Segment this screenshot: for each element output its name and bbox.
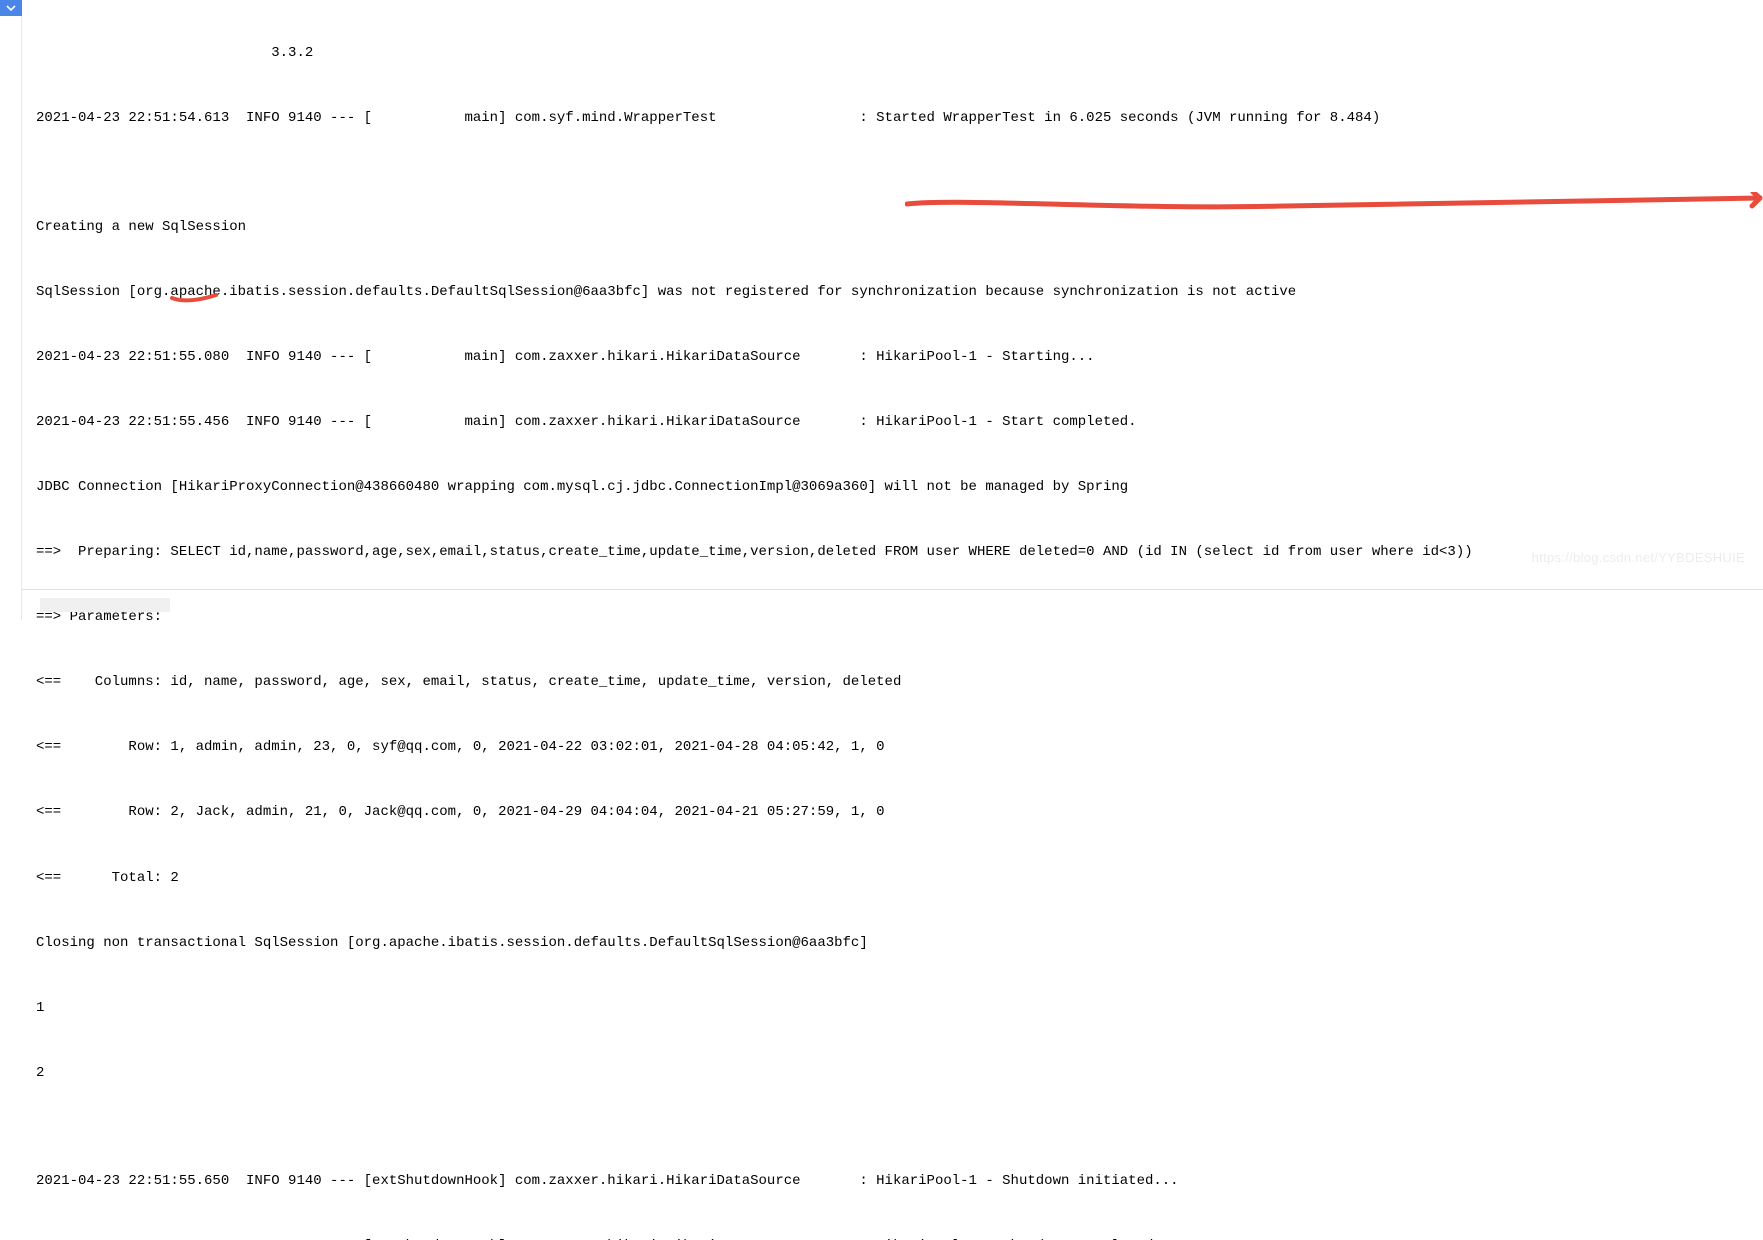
log-line: Creating a new SqlSession [36,217,1763,239]
log-line: 2021-04-23 22:51:55.080 INFO 9140 --- [ … [36,347,1763,369]
log-line: 2021-04-23 22:51:55.675 INFO 9140 --- [e… [36,1236,1763,1240]
log-line: 2 [36,1063,1763,1085]
collapse-toggle[interactable] [0,0,22,16]
log-line: SqlSession [org.apache.ibatis.session.de… [36,282,1763,304]
log-line: 3.3.2 [36,43,1763,65]
log-line: 2021-04-23 22:51:54.613 INFO 9140 --- [ … [36,108,1763,130]
log-line: ==> Parameters: [36,607,1763,629]
log-line: <== Row: 2, Jack, admin, 21, 0, Jack@qq.… [36,802,1763,824]
log-line: <== Columns: id, name, password, age, se… [36,672,1763,694]
log-line: 2021-04-23 22:51:55.456 INFO 9140 --- [ … [36,412,1763,434]
log-line: 1 [36,998,1763,1020]
log-line: ==> Preparing: SELECT id,name,password,a… [36,542,1763,564]
chevron-down-icon [6,3,16,13]
separator [22,589,1763,590]
console-output[interactable]: 3.3.2 2021-04-23 22:51:54.613 INFO 9140 … [36,0,1763,1240]
log-line: 2021-04-23 22:51:55.650 INFO 9140 --- [e… [36,1171,1763,1193]
log-line: JDBC Connection [HikariProxyConnection@4… [36,477,1763,499]
gutter [0,0,22,620]
bottom-bar [40,598,170,612]
log-line: <== Total: 2 [36,868,1763,890]
log-line: <== Row: 1, admin, admin, 23, 0, syf@qq.… [36,737,1763,759]
watermark: https://blog.csdn.net/YYBDESHUIE [1532,548,1745,568]
log-line: Closing non transactional SqlSession [or… [36,933,1763,955]
